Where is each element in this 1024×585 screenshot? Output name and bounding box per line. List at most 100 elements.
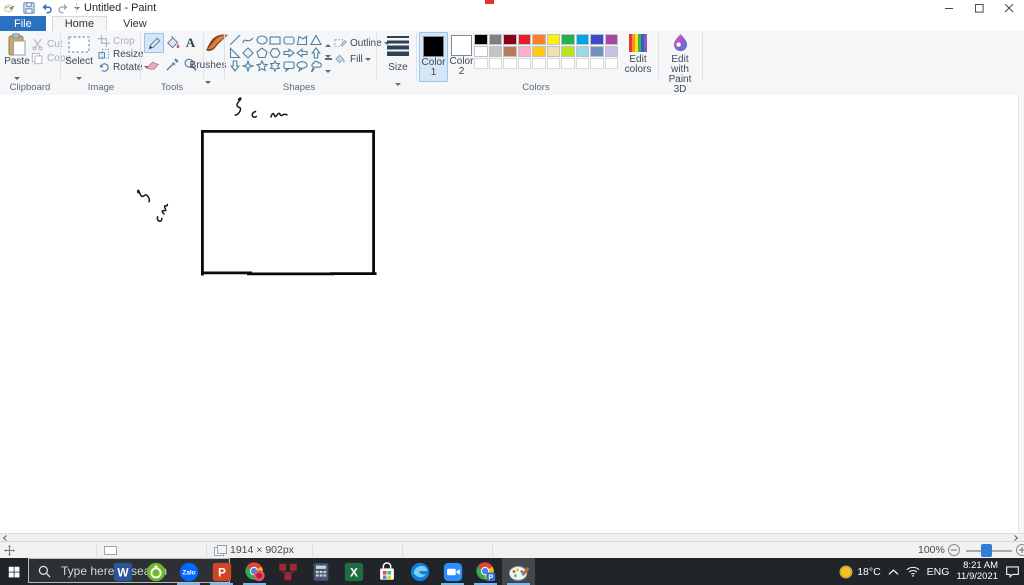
shape-pentagon[interactable] (255, 46, 268, 59)
palette-cell-empty[interactable] (474, 58, 488, 69)
maximize-button[interactable] (964, 0, 994, 16)
crop-button[interactable]: Crop (98, 35, 135, 47)
palette-cell[interactable] (561, 46, 575, 57)
palette-cell[interactable] (605, 34, 619, 45)
undo-button[interactable] (39, 1, 53, 15)
shape-fill-button[interactable]: Fill (334, 53, 371, 65)
palette-cell[interactable] (590, 34, 604, 45)
taskbar-app-calculator[interactable] (304, 558, 337, 585)
taskbar-app-store[interactable] (370, 558, 403, 585)
close-button[interactable] (994, 0, 1024, 16)
palette-cell-empty[interactable] (605, 58, 619, 69)
color2-button[interactable]: Color 2 (448, 32, 475, 80)
clock[interactable]: 8:21 AM 11/9/2021 (956, 561, 998, 582)
zoom-in-button[interactable] (1016, 544, 1024, 556)
taskbar-app-powerpoint[interactable]: P (205, 558, 238, 585)
redo-button[interactable] (56, 1, 70, 15)
taskbar-app-zoom[interactable] (436, 558, 469, 585)
palette-cell-empty[interactable] (590, 58, 604, 69)
shape-arrow-left[interactable] (296, 46, 309, 59)
palette-cell[interactable] (547, 34, 561, 45)
shape-right-triangle[interactable] (228, 46, 241, 59)
weather-widget[interactable]: 18°C (839, 565, 880, 579)
palette-cell[interactable] (532, 46, 546, 57)
shape-arrow-down[interactable] (228, 59, 241, 72)
palette-cell[interactable] (605, 46, 619, 57)
zoom-out-button[interactable] (948, 544, 960, 556)
shape-line[interactable] (228, 33, 241, 46)
drawing-canvas[interactable] (0, 95, 1018, 533)
tool-eraser[interactable] (144, 55, 162, 73)
save-button[interactable] (22, 1, 36, 15)
palette-cell-empty[interactable] (489, 58, 503, 69)
edit-colors-button[interactable]: Edit colors (622, 34, 654, 75)
action-center-icon[interactable] (1005, 565, 1020, 578)
select-button[interactable]: Select (64, 33, 94, 85)
cut-button[interactable]: Cut (31, 38, 63, 51)
tab-view[interactable]: View (111, 16, 159, 31)
palette-cell[interactable] (547, 46, 561, 57)
shape-rounded-rectangle[interactable] (282, 33, 295, 46)
edit-with-paint3d-button[interactable]: Edit with Paint 3D (662, 33, 698, 95)
palette-cell[interactable] (503, 34, 517, 45)
palette-cell[interactable] (518, 46, 532, 57)
taskbar-app-diagram-app[interactable] (271, 558, 304, 585)
palette-cell-empty[interactable] (503, 58, 517, 69)
taskbar-app-paint[interactable] (502, 558, 535, 585)
palette-cell[interactable] (518, 34, 532, 45)
shape-cloud-callout[interactable] (309, 59, 322, 72)
vertical-scrollbar[interactable] (1018, 95, 1024, 533)
palette-cell[interactable] (576, 46, 590, 57)
zoom-slider-thumb[interactable] (981, 544, 992, 557)
language-indicator[interactable]: ENG (927, 566, 950, 578)
wifi-icon[interactable] (906, 566, 920, 577)
palette-cell-empty[interactable] (576, 58, 590, 69)
rotate-button[interactable]: Rotate (98, 61, 150, 73)
tool-pencil[interactable] (144, 33, 164, 53)
taskbar-app-coccoc[interactable] (139, 558, 172, 585)
palette-cell-empty[interactable] (518, 58, 532, 69)
brushes-button[interactable]: Brushes (188, 33, 228, 89)
shape-oval[interactable] (255, 33, 268, 46)
palette-cell[interactable] (474, 46, 488, 57)
shape-triangle[interactable] (309, 33, 322, 46)
shape-four-point-star[interactable] (242, 59, 255, 72)
shape-curve[interactable] (242, 33, 255, 46)
size-button[interactable]: Size (380, 35, 416, 91)
shape-hexagon[interactable] (269, 46, 282, 59)
taskbar-app-excel[interactable]: X (337, 558, 370, 585)
palette-cell-empty[interactable] (561, 58, 575, 69)
palette-cell[interactable] (532, 34, 546, 45)
palette-cell[interactable] (561, 34, 575, 45)
paste-button[interactable]: Paste (4, 33, 30, 85)
palette-cell[interactable] (576, 34, 590, 45)
shape-diamond[interactable] (242, 46, 255, 59)
color1-button[interactable]: Color 1 (419, 32, 448, 82)
shapes-scroll-up-icon[interactable] (323, 34, 333, 45)
shapes-more-icon[interactable] (325, 58, 332, 71)
palette-cell[interactable] (489, 34, 503, 45)
shape-oval-callout[interactable] (296, 59, 309, 72)
taskbar-app-chrome-profile[interactable] (238, 558, 271, 585)
tool-fill-with-color[interactable] (163, 33, 181, 51)
shape-polygon[interactable] (296, 33, 309, 46)
taskbar-app-edge[interactable] (403, 558, 436, 585)
palette-cell[interactable] (503, 46, 517, 57)
tab-file[interactable]: File (0, 16, 46, 31)
palette-cell[interactable] (590, 46, 604, 57)
shape-arrow-right[interactable] (282, 46, 295, 59)
shape-rounded-callout[interactable] (282, 59, 295, 72)
tab-home[interactable]: Home (52, 16, 107, 32)
palette-cell-empty[interactable] (547, 58, 561, 69)
resize-button[interactable]: Resize (98, 48, 144, 60)
start-button[interactable] (0, 558, 28, 585)
taskbar-app-browser-p[interactable]: P (469, 558, 502, 585)
tool-color-picker[interactable] (163, 55, 181, 73)
palette-cell[interactable] (489, 46, 503, 57)
palette-cell[interactable] (474, 34, 488, 45)
taskbar-app-word[interactable]: W (106, 558, 139, 585)
tray-chevron-icon[interactable] (888, 568, 899, 576)
shape-arrow-up[interactable] (309, 46, 322, 59)
taskbar-app-zalo[interactable]: Zalo (172, 558, 205, 585)
shape-six-point-star[interactable] (269, 59, 282, 72)
